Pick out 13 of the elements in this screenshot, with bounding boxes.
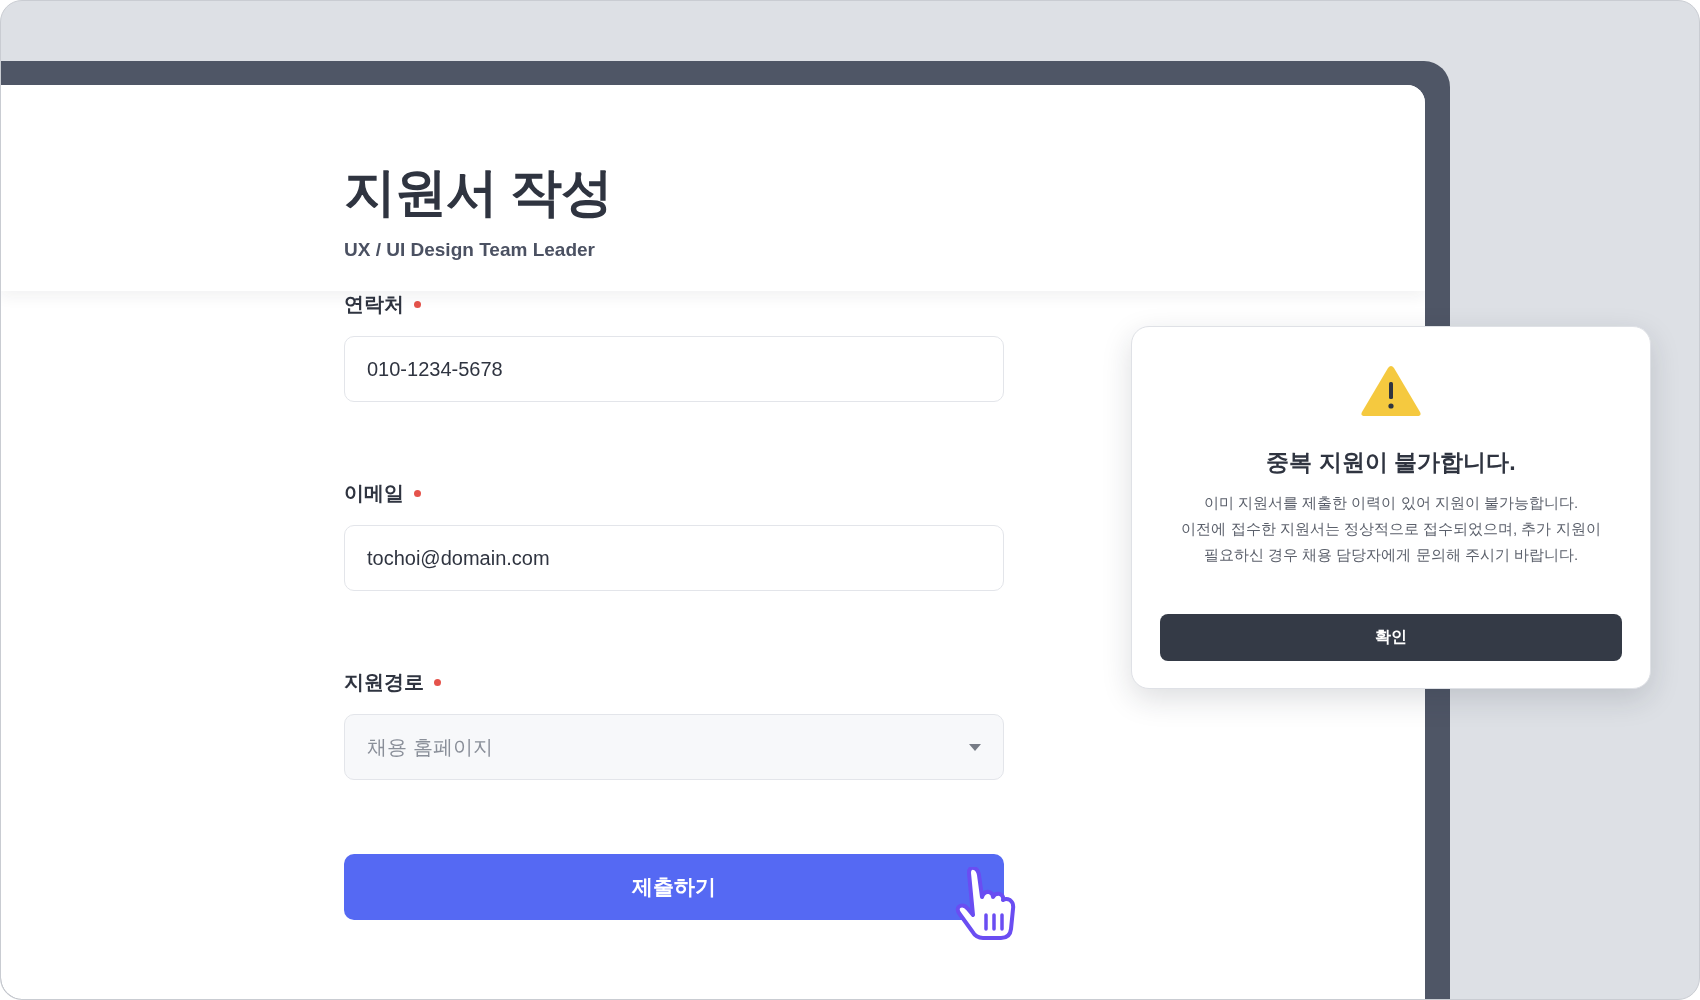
field-label: 연락처 — [344, 292, 404, 317]
dialog-title: 중복 지원이 불가합니다. — [1266, 448, 1516, 477]
field-label: 지원경로 — [344, 670, 424, 695]
page-title: 지원서 작성 — [344, 165, 614, 219]
input-field[interactable]: tochoi@domain.com — [344, 525, 1004, 591]
field-label: 이메일 — [344, 481, 404, 506]
caret-icon — [969, 743, 981, 751]
input-field[interactable]: 010-1234-5678 — [344, 336, 1004, 402]
confirm-button[interactable]: 확인 — [1160, 614, 1622, 661]
submit-button[interactable]: 제출하기 — [344, 854, 1004, 920]
page-subtitle: UX / UI Design Team Leader — [344, 239, 596, 261]
warning-icon — [1361, 365, 1421, 417]
dialog-message: 이미 지원서를 제출한 이력이 있어 지원이 불가능합니다. 이전에 접수한 지원서는 정상적으로 접수되었으며, 추가 지원이 필요하신 경우 채용 담당자에게 문의해 주시기 바랍니다. — [1181, 493, 1601, 565]
